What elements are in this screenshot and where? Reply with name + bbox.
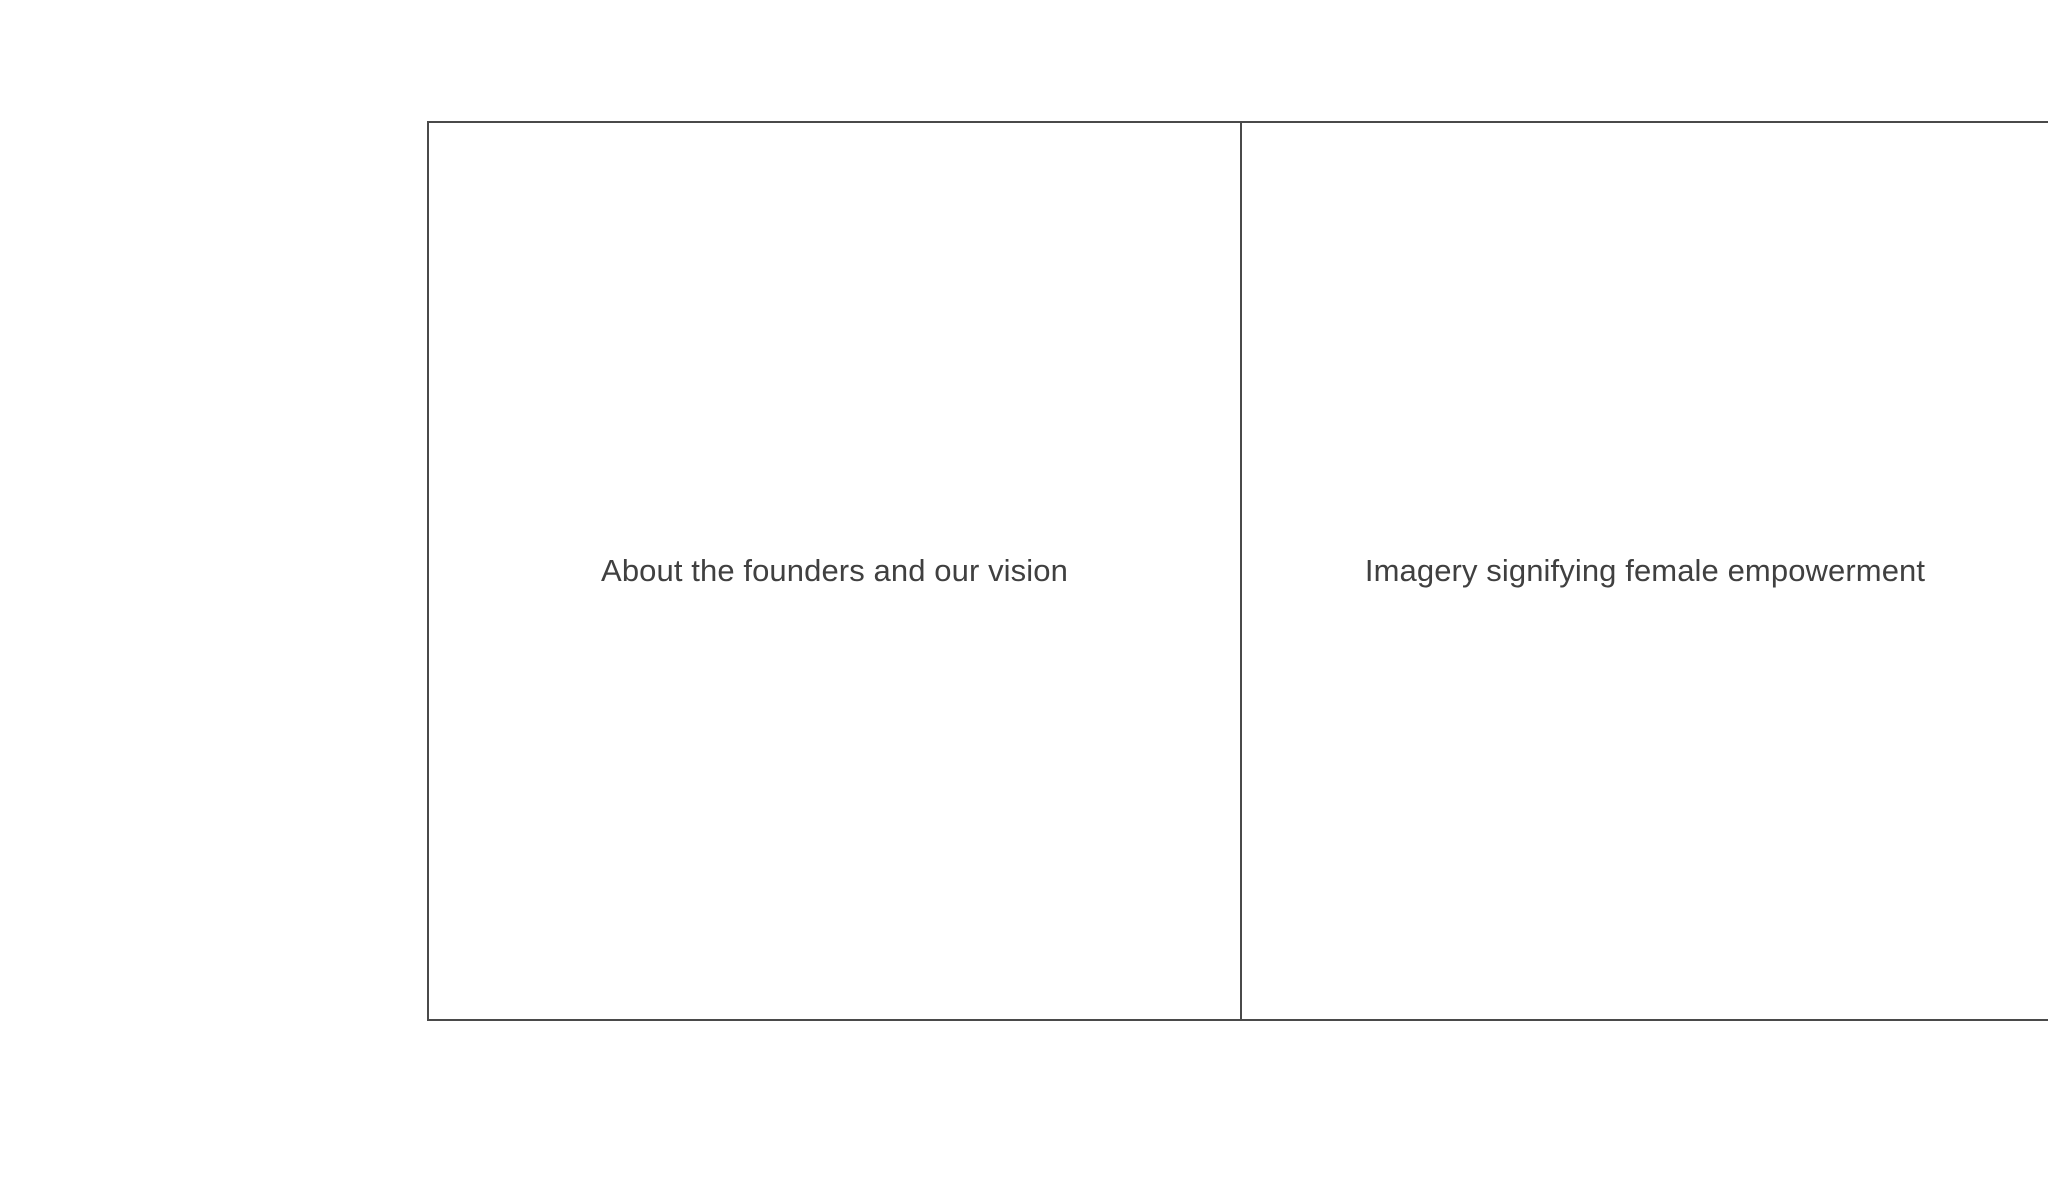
page-canvas: About the founders and our vision Imager… [0,0,2048,1200]
founders-vision-panel: About the founders and our vision [427,121,1242,1021]
founders-vision-label: About the founders and our vision [601,553,1068,588]
wireframe-panel-row: About the founders and our vision Imager… [427,121,2048,1021]
empowerment-imagery-panel: Imagery signifying female empowerment [1242,121,2048,1021]
empowerment-imagery-label: Imagery signifying female empowerment [1364,553,1926,588]
